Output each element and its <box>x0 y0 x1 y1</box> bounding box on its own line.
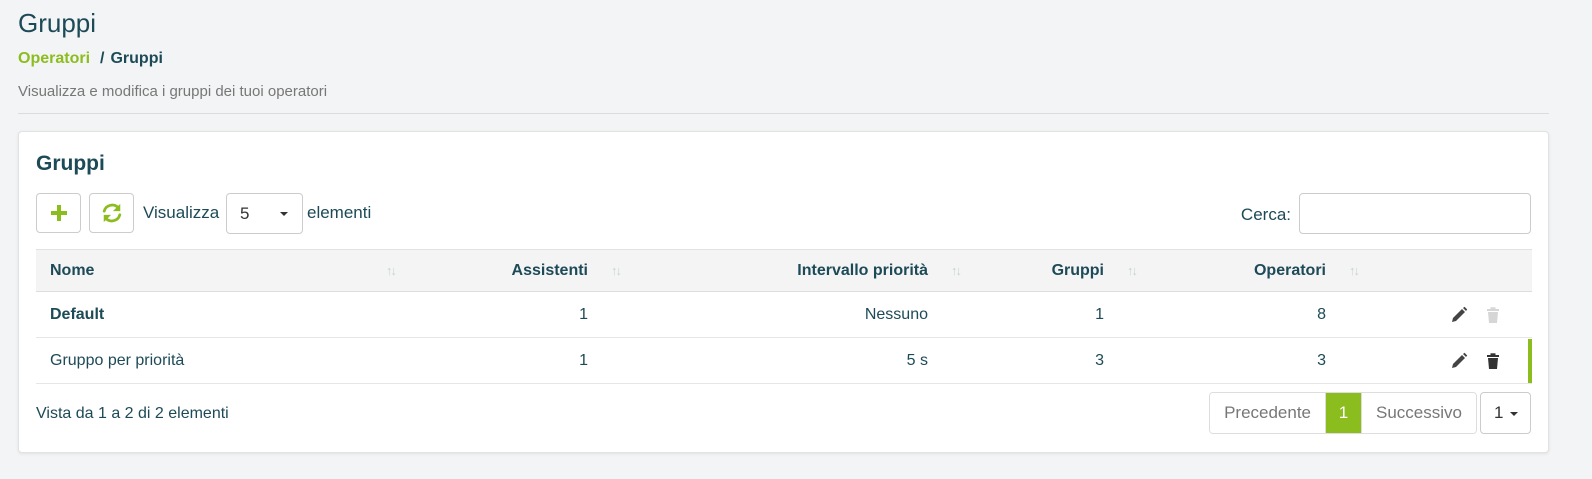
table-toolbar: Visualizza 5 elementi Cerca: <box>36 193 1531 234</box>
sort-icon: ↑↓ <box>386 263 397 278</box>
refresh-icon <box>102 203 121 223</box>
page-length-value: 5 <box>240 203 250 223</box>
column-header-label: Operatori <box>1253 261 1326 279</box>
breadcrumb-separator: / <box>100 50 105 67</box>
add-group-button[interactable] <box>36 193 81 233</box>
search-label: Cerca: <box>1240 205 1291 224</box>
table-info: Vista da 1 a 2 di 2 elementi <box>36 405 229 422</box>
refresh-button[interactable] <box>89 193 134 233</box>
cell-assistants: 1 <box>579 305 588 323</box>
cell-actions <box>1366 292 1532 338</box>
cell-priority-range: Nessuno <box>864 305 928 323</box>
page-subtitle: Visualizza e modifica i gruppi dei tuoi … <box>18 83 328 100</box>
pagination-previous[interactable]: Precedente <box>1210 393 1326 433</box>
breadcrumb-link-operatori[interactable]: Operatori <box>18 50 90 68</box>
groups-table: Nome ↑↓ Assistenti ↑↓ Intervallo priorit… <box>36 249 1532 384</box>
column-header-operatori[interactable]: Operatori ↑↓ <box>1144 250 1366 292</box>
page-length-select[interactable]: 5 <box>226 193 303 234</box>
page-title: Gruppi <box>18 8 97 38</box>
pagination-page-1[interactable]: 1 <box>1325 393 1362 433</box>
cell-operators: 8 <box>1317 305 1326 323</box>
plus-icon <box>50 205 67 221</box>
sort-icon: ↑↓ <box>1127 263 1138 278</box>
column-header-gruppi[interactable]: Gruppi ↑↓ <box>968 250 1144 292</box>
groups-card: Gruppi Visualizza 5 elementi Cerca: Nome… <box>18 131 1549 453</box>
chevron-down-icon <box>280 212 288 216</box>
row-selected-marker <box>1528 339 1532 383</box>
column-header-assistenti[interactable]: Assistenti ↑↓ <box>406 250 628 292</box>
trash-icon[interactable] <box>1484 352 1502 370</box>
column-header-intervallo-priorita[interactable]: Intervallo priorità ↑↓ <box>628 250 968 292</box>
chevron-down-icon <box>1510 412 1518 416</box>
length-show-label: Visualizza <box>143 203 220 222</box>
column-header-label: Assistenti <box>511 261 588 279</box>
page-jump-select[interactable]: 1 <box>1480 392 1531 434</box>
column-header-nome[interactable]: Nome ↑↓ <box>36 250 406 292</box>
cell-name: Gruppo per priorità <box>50 351 185 369</box>
cell-assistants: 1 <box>579 351 588 369</box>
sort-icon: ↑↓ <box>1349 263 1360 278</box>
pencil-icon[interactable] <box>1450 306 1468 324</box>
breadcrumb: Operatori / Gruppi <box>18 50 163 68</box>
pagination-next[interactable]: Successivo <box>1361 393 1476 433</box>
cell-actions <box>1366 338 1532 384</box>
column-header-actions <box>1366 250 1532 292</box>
header-divider <box>18 113 1549 114</box>
table-row[interactable]: Gruppo per priorità 1 5 s 3 3 <box>36 338 1532 384</box>
pencil-icon[interactable] <box>1450 352 1468 370</box>
pagination: Precedente 1 Successivo <box>1209 392 1477 434</box>
cell-priority-range: 5 s <box>906 351 928 369</box>
column-header-label: Gruppi <box>1051 261 1104 279</box>
breadcrumb-current: Gruppi <box>110 50 163 67</box>
page-jump-value: 1 <box>1494 403 1504 422</box>
cell-operators: 3 <box>1317 351 1326 369</box>
column-header-label: Intervallo priorità <box>797 261 928 279</box>
cell-name: Default <box>50 305 105 323</box>
search-input[interactable] <box>1299 193 1531 234</box>
table-header-row: Nome ↑↓ Assistenti ↑↓ Intervallo priorit… <box>36 249 1532 292</box>
trash-icon <box>1487 306 1499 323</box>
table-row[interactable]: Default 1 Nessuno 1 8 <box>36 292 1532 338</box>
cell-groups: 1 <box>1095 305 1104 323</box>
sort-icon: ↑↓ <box>951 263 962 278</box>
sort-icon: ↑↓ <box>611 263 622 278</box>
card-title: Gruppi <box>36 152 105 175</box>
length-items-label: elementi <box>307 203 372 222</box>
cell-groups: 3 <box>1095 351 1104 369</box>
column-header-label: Nome <box>50 261 95 279</box>
